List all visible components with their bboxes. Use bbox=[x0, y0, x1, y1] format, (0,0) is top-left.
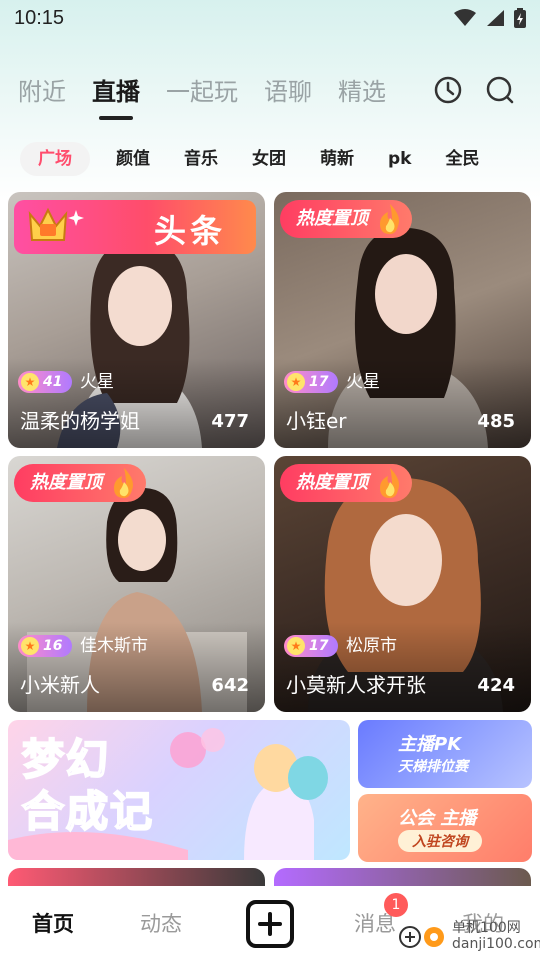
tab-play-together[interactable]: 一起玩 bbox=[166, 72, 238, 112]
messages-badge: 1 bbox=[384, 893, 408, 917]
banner-title-line1: 梦幻 bbox=[21, 734, 111, 785]
plus-icon bbox=[258, 912, 282, 936]
headline-badge: 头条 bbox=[14, 200, 256, 254]
flame-icon bbox=[380, 204, 399, 234]
hot-badge: 热度置顶 bbox=[280, 200, 412, 238]
flame-icon bbox=[380, 468, 399, 498]
event-banner-dream-merge[interactable]: 梦幻 合成记 bbox=[8, 720, 350, 860]
live-room-card[interactable]: 热度置顶 ★ 17 松原市 小莫新人求开张 424 bbox=[274, 456, 531, 712]
streamer-name: 小米新人 bbox=[20, 673, 100, 697]
hot-badge-label: 热度置顶 bbox=[296, 208, 368, 229]
viewer-count: 424 bbox=[477, 675, 515, 696]
category-newcomer[interactable]: 萌新 bbox=[320, 142, 354, 176]
pk-banner-subtitle: 天梯排位赛 bbox=[398, 759, 468, 775]
tab-featured[interactable]: 精选 bbox=[338, 72, 386, 112]
flame-icon bbox=[114, 468, 133, 498]
category-square[interactable]: 广场 bbox=[20, 142, 90, 176]
event-banner-pk-ladder[interactable]: 主播PK 天梯排位赛 bbox=[358, 720, 532, 788]
status-bar: 10:15 bbox=[0, 0, 540, 36]
nav-home[interactable]: 首页 bbox=[32, 908, 74, 938]
top-tabs: 附近 直播 一起玩 语聊 精选 bbox=[18, 72, 412, 112]
guild-banner-subtitle: 入驻咨询 bbox=[398, 830, 482, 852]
level-value: 16 bbox=[43, 638, 63, 654]
status-icons bbox=[454, 8, 526, 28]
city-label: 火星 bbox=[80, 372, 114, 392]
tab-nearby[interactable]: 附近 bbox=[18, 72, 66, 112]
search-icon[interactable] bbox=[484, 74, 516, 106]
city-label: 火星 bbox=[346, 372, 380, 392]
guild-banner-title: 公会 主播 bbox=[398, 808, 477, 829]
level-value: 41 bbox=[43, 374, 63, 390]
level-value: 17 bbox=[309, 638, 329, 654]
star-icon: ★ bbox=[287, 373, 305, 391]
live-room-card[interactable]: 头条 ★ 41 火星 温柔的杨学姐 477 bbox=[8, 192, 265, 448]
city-label: 松原市 bbox=[346, 636, 397, 656]
history-icon[interactable] bbox=[432, 74, 464, 106]
hot-badge: 热度置顶 bbox=[14, 464, 146, 502]
headline-label: 头条 bbox=[153, 212, 226, 250]
crown-icon bbox=[28, 207, 84, 241]
hot-badge: 热度置顶 bbox=[280, 464, 412, 502]
streamer-name: 小钰er bbox=[286, 409, 347, 433]
viewer-count: 477 bbox=[211, 411, 249, 432]
watermark-line1: 单机100网 bbox=[452, 920, 521, 936]
create-button[interactable] bbox=[246, 900, 294, 948]
live-room-card[interactable]: 热度置顶 ★ 16 佳木斯市 小米新人 642 bbox=[8, 456, 265, 712]
level-badge: ★ 17 bbox=[284, 635, 338, 657]
category-girl-group[interactable]: 女团 bbox=[252, 142, 286, 176]
streamer-name: 小莫新人求开张 bbox=[286, 673, 426, 697]
tab-voice-chat[interactable]: 语聊 bbox=[264, 72, 312, 112]
star-icon: ★ bbox=[21, 637, 39, 655]
category-bar: 广场 颜值 音乐 女团 萌新 pk 全民 bbox=[20, 142, 513, 176]
viewer-count: 642 bbox=[211, 675, 249, 696]
category-music[interactable]: 音乐 bbox=[184, 142, 218, 176]
banner-title: 梦幻 合成记 bbox=[21, 734, 155, 838]
tab-live[interactable]: 直播 bbox=[92, 72, 140, 112]
signal-icon bbox=[487, 10, 504, 26]
battery-icon bbox=[514, 8, 526, 28]
level-value: 17 bbox=[309, 374, 329, 390]
top-actions bbox=[432, 74, 516, 106]
watermark-line2: danji100.com bbox=[452, 936, 540, 952]
viewer-count: 485 bbox=[477, 411, 515, 432]
star-icon: ★ bbox=[287, 637, 305, 655]
category-all[interactable]: 全民 bbox=[445, 142, 479, 176]
status-time: 10:15 bbox=[14, 6, 65, 29]
star-icon: ★ bbox=[21, 373, 39, 391]
category-pk[interactable]: pk bbox=[388, 142, 411, 176]
event-banner-guild[interactable]: 公会 主播 入驻咨询 bbox=[358, 794, 532, 862]
level-badge: ★ 16 bbox=[18, 635, 72, 657]
wifi-icon bbox=[454, 9, 476, 26]
nav-feed[interactable]: 动态 bbox=[140, 908, 182, 938]
watermark-logo-icon bbox=[399, 926, 444, 948]
level-badge: ★ 17 bbox=[284, 371, 338, 393]
banner-title-line2: 合成记 bbox=[21, 786, 155, 837]
streamer-name: 温柔的杨学姐 bbox=[20, 409, 140, 433]
hot-badge-label: 热度置顶 bbox=[30, 472, 102, 493]
category-looks[interactable]: 颜值 bbox=[116, 142, 150, 176]
live-room-card[interactable]: 热度置顶 ★ 17 火星 小钰er 485 bbox=[274, 192, 531, 448]
level-badge: ★ 41 bbox=[18, 371, 72, 393]
pk-banner-title: 主播PK bbox=[398, 734, 462, 755]
hot-badge-label: 热度置顶 bbox=[296, 472, 368, 493]
city-label: 佳木斯市 bbox=[80, 636, 148, 656]
watermark: 单机100网 danji100.com bbox=[398, 920, 540, 952]
